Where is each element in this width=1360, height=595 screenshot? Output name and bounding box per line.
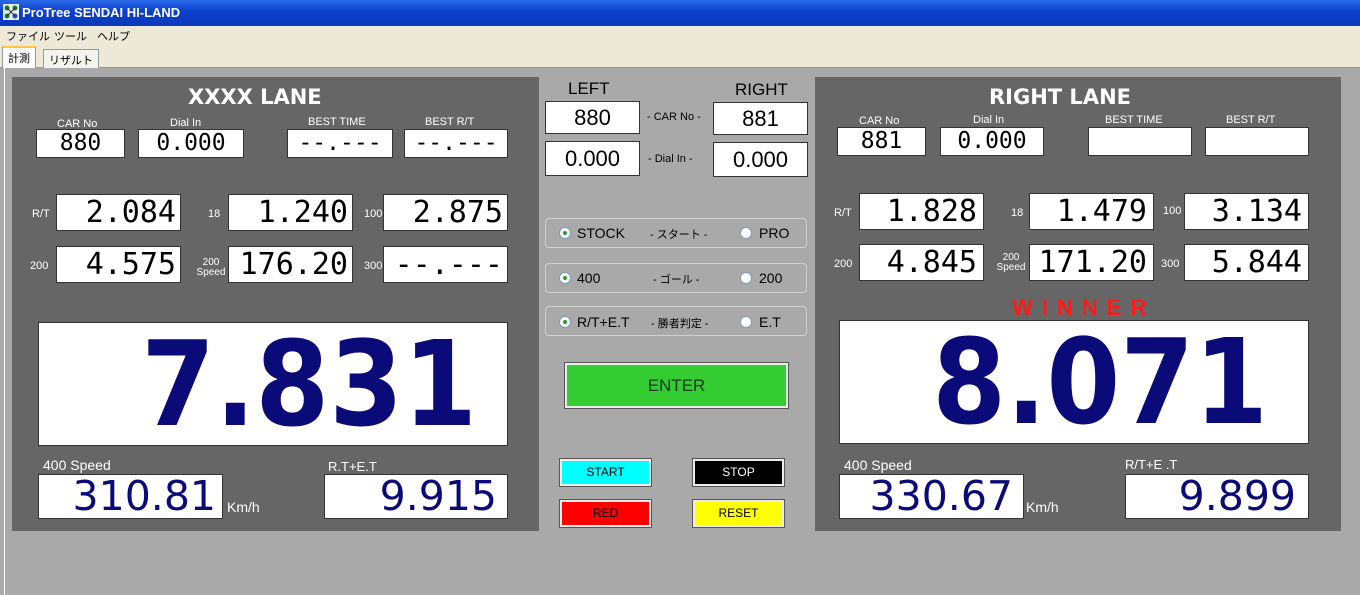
goal-group-label: - ゴール - <box>653 274 700 286</box>
left-best-rt-field: --.--- <box>404 129 508 158</box>
radio-pro-label[interactable]: PRO <box>759 225 789 241</box>
right-200-label: 200 <box>834 258 853 270</box>
right-best-time-field <box>1088 127 1192 156</box>
left-rt-field: 2.084 <box>56 194 181 231</box>
radio-et[interactable] <box>740 316 752 328</box>
goal-distance-group: 400 - ゴール - 200 <box>545 263 807 293</box>
reset-button[interactable]: RESET <box>692 499 785 528</box>
tab-strip: 計測 リザルト <box>0 44 1360 68</box>
left-200-speed-field: 176.20 <box>228 246 353 283</box>
right-rtet-label: R/T+E .T <box>1125 457 1178 472</box>
left-speed-unit: Km/h <box>227 499 260 515</box>
center-car-no-label: - CAR No - <box>647 111 701 123</box>
right-car-no-label: CAR No <box>859 115 900 127</box>
radio-400[interactable] <box>559 272 571 284</box>
left-100-label: 100 <box>364 208 383 220</box>
left-rtet-label: R.T+E.T <box>328 459 377 474</box>
right-400-speed-label: 400 Speed <box>844 457 912 473</box>
radio-stock[interactable] <box>559 227 571 239</box>
left-best-time-field: --.--- <box>287 129 393 158</box>
right-car-header: RIGHT <box>735 80 788 99</box>
red-button[interactable]: RED <box>559 499 652 528</box>
center-right-dial-input[interactable]: 0.000 <box>713 142 808 177</box>
right-speed-unit: Km/h <box>1026 499 1059 515</box>
radio-400-label[interactable]: 400 <box>577 270 600 286</box>
right-100-field: 3.134 <box>1184 193 1309 230</box>
window-title: ProTree SENDAI HI-LAND <box>22 5 181 20</box>
right-dial-in-label: Dial In <box>973 114 1005 126</box>
radio-stock-label[interactable]: STOCK <box>577 225 625 241</box>
left-lane-panel: XXXX LANE CAR No 880 Dial In 0.000 BEST … <box>12 77 539 531</box>
right-300-label: 300 <box>1161 258 1180 270</box>
left-best-rt-label: BEST R/T <box>425 116 475 128</box>
radio-rtet-label[interactable]: R/T+E.T <box>577 314 630 330</box>
right-100-label: 100 <box>1163 205 1182 217</box>
left-200-speed-label-line2: Speed <box>196 267 226 278</box>
left-200-speed-label: 200 Speed <box>195 258 227 278</box>
left-18-field: 1.240 <box>228 194 353 231</box>
start-mode-group: STOCK - スタート - PRO <box>545 218 807 248</box>
winner-label: WINNER <box>1012 295 1156 320</box>
start-button[interactable]: START <box>559 458 652 487</box>
right-18-field: 1.479 <box>1029 193 1154 230</box>
left-dial-in-field[interactable]: 0.000 <box>138 129 244 158</box>
right-400-speed-field: 330.67 <box>839 474 1024 519</box>
center-left-dial-input[interactable]: 0.000 <box>545 141 640 176</box>
left-200-field: 4.575 <box>56 246 181 283</box>
right-200-speed-label-line2: Speed <box>996 262 1026 273</box>
start-group-label: - スタート - <box>650 229 708 241</box>
menu-file[interactable]: ファイル <box>6 28 50 44</box>
menu-bar: ファイル ツール ヘルプ <box>0 26 1360 44</box>
right-rtet-field: 9.899 <box>1125 474 1309 519</box>
right-lane-panel: RIGHT LANE CAR No 881 Dial In 0.000 BEST… <box>815 77 1341 531</box>
left-200-label: 200 <box>30 260 49 272</box>
right-dial-in-field[interactable]: 0.000 <box>940 127 1044 156</box>
center-left-car-input[interactable]: 880 <box>545 101 640 134</box>
right-200-field: 4.845 <box>859 244 984 281</box>
right-best-time-label: BEST TIME <box>1105 114 1163 126</box>
left-100-field: 2.875 <box>383 194 508 231</box>
right-rt-field: 1.828 <box>859 193 984 230</box>
left-300-label: 300 <box>364 260 383 272</box>
left-best-time-label: BEST TIME <box>308 116 366 128</box>
judge-group-label: - 勝者判定 - <box>651 318 709 330</box>
radio-pro[interactable] <box>740 227 752 239</box>
left-lane-title: XXXX LANE <box>188 85 322 109</box>
right-best-rt-field <box>1205 127 1309 156</box>
left-car-no-field[interactable]: 880 <box>36 129 125 158</box>
center-right-car-input[interactable]: 881 <box>713 102 808 135</box>
right-car-no-field[interactable]: 881 <box>837 127 926 156</box>
left-300-field: --.--- <box>383 246 508 283</box>
left-et-display: 7.831 <box>38 322 508 446</box>
right-et-display: 8.071 <box>839 320 1309 444</box>
center-dial-in-label: - Dial In - <box>648 153 693 165</box>
radio-et-label[interactable]: E.T <box>759 314 781 330</box>
left-rt-label: R/T <box>32 208 50 220</box>
left-400-speed-field: 310.81 <box>38 474 223 519</box>
left-400-speed-label: 400 Speed <box>43 457 111 473</box>
right-300-field: 5.844 <box>1184 244 1309 281</box>
stop-button[interactable]: STOP <box>692 458 785 487</box>
right-rt-label: R/T <box>834 207 852 219</box>
enter-button[interactable]: ENTER <box>564 362 789 409</box>
radio-200[interactable] <box>740 272 752 284</box>
left-dial-in-label: Dial In <box>170 117 202 129</box>
left-18-label: 18 <box>208 208 221 220</box>
tab-results[interactable]: リザルト <box>43 49 99 68</box>
title-bar: ProTree SENDAI HI-LAND <box>0 0 1360 26</box>
winner-judge-group: R/T+E.T - 勝者判定 - E.T <box>545 306 807 336</box>
right-lane-title: RIGHT LANE <box>989 85 1131 109</box>
right-200-speed-label: 200 Speed <box>995 253 1027 273</box>
menu-tools[interactable]: ツール <box>54 28 87 44</box>
right-best-rt-label: BEST R/T <box>1226 114 1276 126</box>
menu-help[interactable]: ヘルプ <box>97 28 130 44</box>
left-car-header: LEFT <box>568 79 610 98</box>
app-tree-icon[interactable] <box>3 4 19 20</box>
tab-measure[interactable]: 計測 <box>2 46 36 68</box>
radio-200-label[interactable]: 200 <box>759 270 782 286</box>
radio-rtet[interactable] <box>559 316 571 328</box>
right-18-label: 18 <box>1011 207 1024 219</box>
left-rtet-field: 9.915 <box>324 474 508 519</box>
right-200-speed-field: 171.20 <box>1029 244 1154 281</box>
